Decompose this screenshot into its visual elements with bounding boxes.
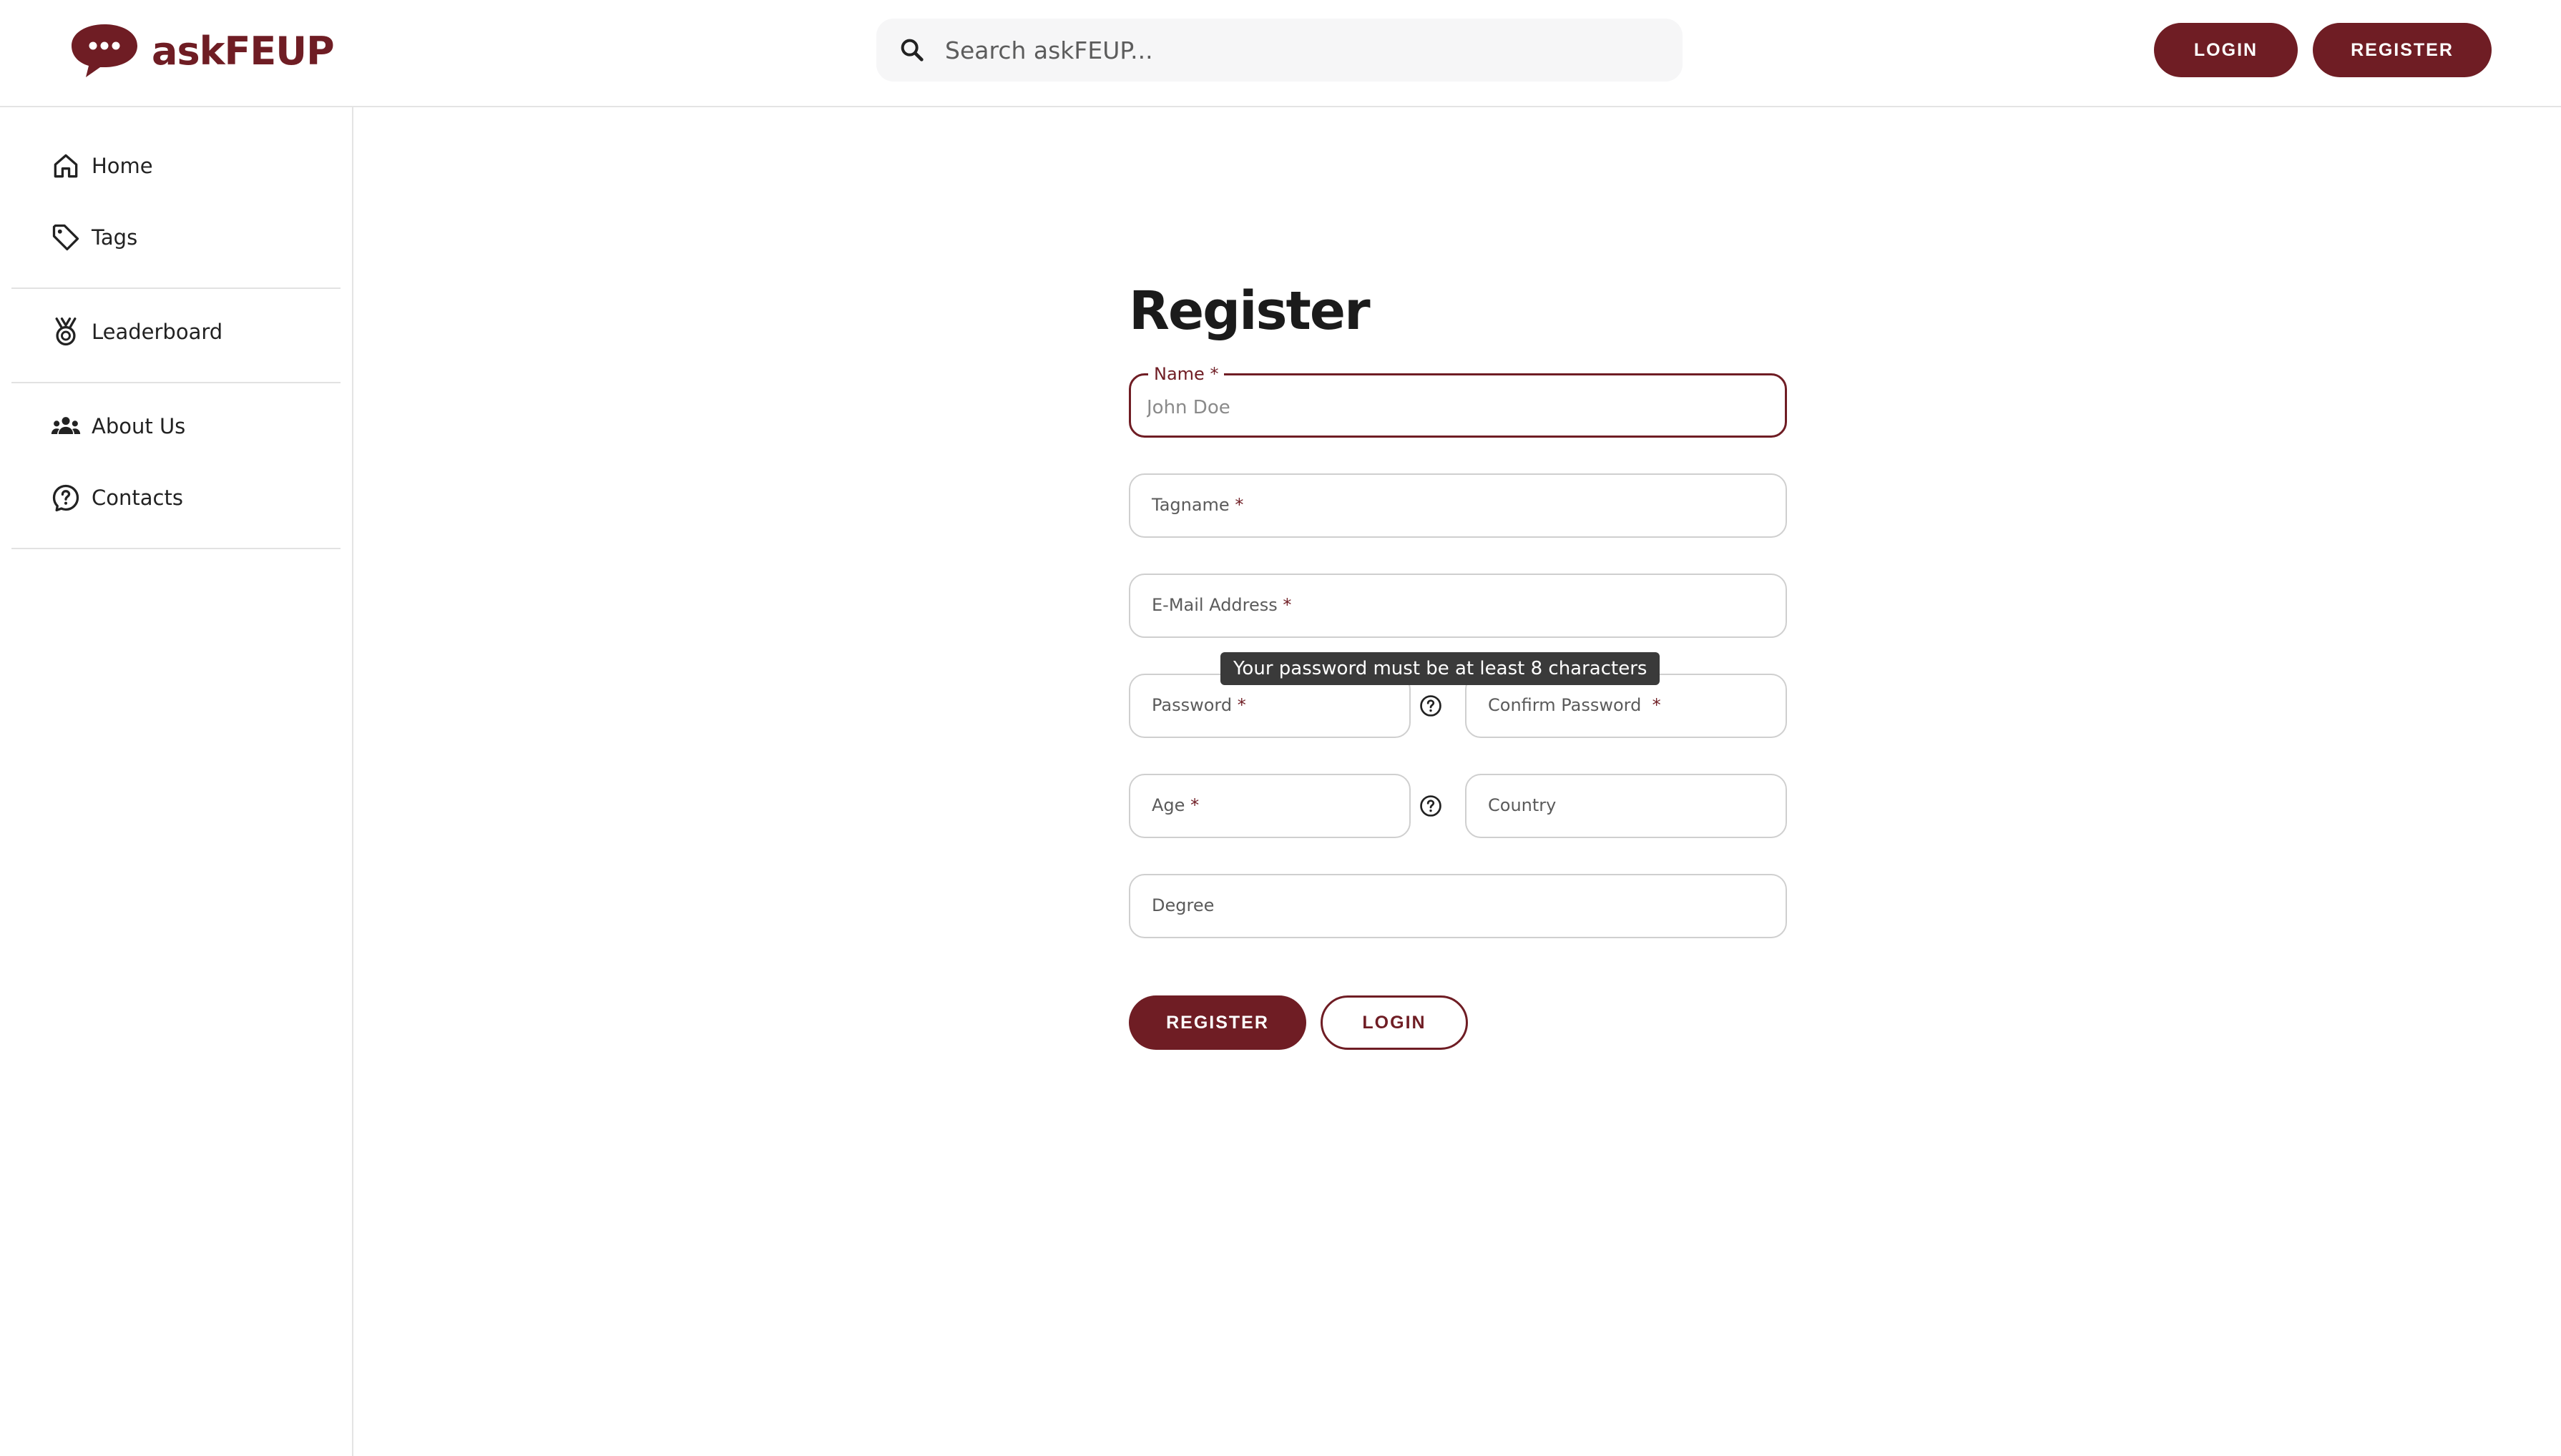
sidebar: Home Tags Leaderboard About Us Contacts bbox=[0, 107, 353, 1456]
confirm-password-label: Confirm Password * bbox=[1488, 695, 1661, 715]
login-link-button[interactable]: LOGIN bbox=[1321, 995, 1468, 1050]
sidebar-item-tags[interactable]: Tags bbox=[50, 217, 137, 257]
sidebar-item-label: Tags bbox=[92, 225, 138, 250]
search-icon bbox=[901, 39, 924, 62]
country-label: Country bbox=[1488, 795, 1557, 815]
age-label: Age * bbox=[1152, 795, 1200, 815]
search-bar[interactable] bbox=[876, 19, 1683, 82]
header-register-button[interactable]: REGISTER bbox=[2313, 23, 2492, 77]
sidebar-divider bbox=[11, 287, 341, 289]
logo[interactable]: askFEUP bbox=[69, 21, 335, 80]
sidebar-item-home[interactable]: Home bbox=[50, 146, 153, 186]
sidebar-item-label: About Us bbox=[92, 414, 186, 438]
medal-icon bbox=[55, 318, 77, 346]
help-circle-icon bbox=[52, 484, 79, 512]
sidebar-divider bbox=[11, 548, 341, 549]
sidebar-divider bbox=[11, 382, 341, 383]
sidebar-item-contacts[interactable]: Contacts bbox=[50, 478, 183, 518]
country-field[interactable]: Country bbox=[1465, 774, 1787, 838]
home-icon bbox=[54, 154, 78, 178]
group-icon bbox=[51, 417, 81, 434]
sidebar-item-label: Home bbox=[92, 154, 153, 178]
tagname-label: Tagname * bbox=[1152, 495, 1244, 515]
password-help-icon[interactable] bbox=[1419, 694, 1443, 718]
sidebar-item-label: Contacts bbox=[92, 486, 183, 510]
tagname-field[interactable]: Tagname * bbox=[1129, 473, 1787, 538]
name-input[interactable] bbox=[1145, 393, 1773, 423]
name-label: Name * bbox=[1148, 364, 1225, 384]
email-label: E-Mail Address * bbox=[1152, 595, 1292, 615]
email-field[interactable]: E-Mail Address * bbox=[1129, 574, 1787, 638]
sidebar-item-leaderboard[interactable]: Leaderboard bbox=[50, 312, 222, 352]
degree-label: Degree bbox=[1152, 895, 1215, 915]
tag-icon bbox=[52, 224, 79, 251]
page-title: Register bbox=[1129, 280, 1371, 342]
password-tooltip: Your password must be at least 8 charact… bbox=[1220, 652, 1660, 685]
logo-text: askFEUP bbox=[152, 28, 335, 74]
age-field[interactable]: Age * bbox=[1129, 774, 1411, 838]
password-label: Password * bbox=[1152, 695, 1246, 715]
register-submit-button[interactable]: REGISTER bbox=[1129, 995, 1306, 1050]
age-help-icon[interactable] bbox=[1419, 794, 1443, 818]
chat-bubble-logo-icon bbox=[72, 24, 137, 77]
name-field[interactable]: Name * bbox=[1129, 364, 1787, 438]
sidebar-item-label: Leaderboard bbox=[92, 320, 223, 344]
top-header: askFEUP LOGIN REGISTER bbox=[0, 0, 2561, 107]
sidebar-item-about-us[interactable]: About Us bbox=[50, 406, 185, 446]
header-login-button[interactable]: LOGIN bbox=[2154, 23, 2298, 77]
degree-field[interactable]: Degree bbox=[1129, 874, 1787, 938]
search-input[interactable] bbox=[944, 28, 1683, 72]
